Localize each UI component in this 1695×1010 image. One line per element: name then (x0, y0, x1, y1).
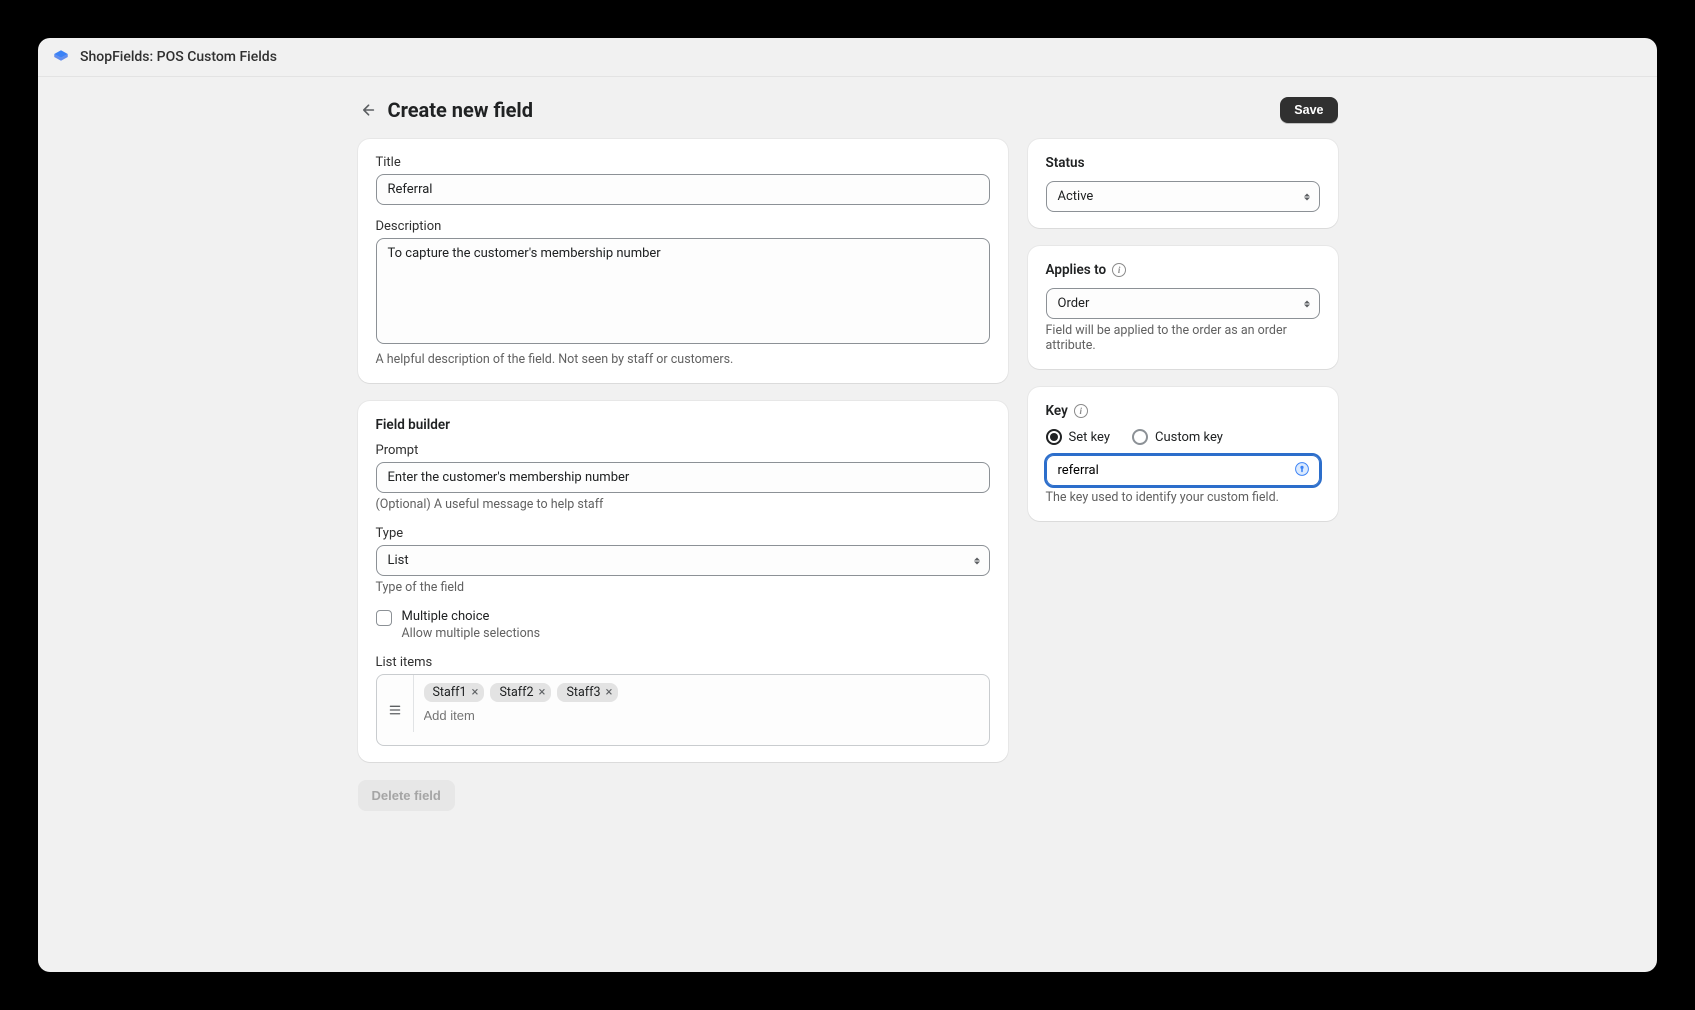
type-label: Type (376, 526, 990, 541)
save-button[interactable]: Save (1280, 97, 1337, 123)
key-card: Key i Set key Custom key (1028, 387, 1338, 521)
description-input[interactable]: To capture the customer's membership num… (376, 238, 990, 344)
app-title: ShopFields: POS Custom Fields (80, 49, 277, 65)
list-item-tag: Staff2 × (490, 683, 551, 702)
radio-set-key[interactable]: Set key (1046, 429, 1111, 445)
page-content: Create new field Save Title Description … (358, 77, 1338, 851)
applies-to-select[interactable]: Order (1046, 288, 1320, 319)
password-key-icon[interactable] (1294, 461, 1310, 481)
multiple-choice-checkbox[interactable] (376, 610, 392, 626)
type-help: Type of the field (376, 580, 990, 595)
description-help: A helpful description of the field. Not … (376, 352, 990, 367)
add-item-input[interactable] (424, 708, 979, 723)
status-heading: Status (1046, 155, 1320, 171)
description-label: Description (376, 219, 990, 234)
tag-label: Staff2 (499, 685, 533, 700)
field-builder-heading: Field builder (376, 417, 990, 433)
prompt-label: Prompt (376, 443, 990, 458)
status-select[interactable]: Active (1046, 181, 1320, 212)
list-item-tag: Staff3 × (557, 683, 618, 702)
multiple-choice-help: Allow multiple selections (402, 626, 541, 641)
title-label: Title (376, 155, 990, 170)
info-icon[interactable]: i (1112, 263, 1126, 277)
drag-handle-icon[interactable] (377, 675, 413, 745)
list-item-tag: Staff1 × (424, 683, 485, 702)
page-title: Create new field (388, 98, 534, 122)
multiple-choice-label: Multiple choice (402, 609, 541, 624)
list-items-label: List items (376, 655, 990, 670)
applies-to-help: Field will be applied to the order as an… (1046, 323, 1320, 353)
applies-to-card: Applies to i Order Field will be applied… (1028, 246, 1338, 369)
page-header: Create new field Save (358, 97, 1338, 139)
tag-remove-icon[interactable]: × (606, 686, 613, 699)
field-builder-card: Field builder Prompt (Optional) A useful… (358, 401, 1008, 762)
title-card: Title Description To capture the custome… (358, 139, 1008, 383)
key-input[interactable] (1046, 455, 1320, 486)
list-items-box: Staff1 × Staff2 × Staff3 × (376, 674, 990, 746)
app-window: ShopFields: POS Custom Fields Create new… (38, 38, 1657, 972)
key-heading: Key (1046, 403, 1068, 419)
title-input[interactable] (376, 174, 990, 205)
radio-icon (1132, 429, 1148, 445)
app-header: ShopFields: POS Custom Fields (38, 38, 1657, 77)
tag-label: Staff3 (566, 685, 600, 700)
applies-to-heading: Applies to (1046, 262, 1107, 278)
tag-label: Staff1 (433, 685, 467, 700)
status-card: Status Active (1028, 139, 1338, 228)
radio-icon (1046, 429, 1062, 445)
info-icon[interactable]: i (1074, 404, 1088, 418)
tag-remove-icon[interactable]: × (472, 686, 479, 699)
back-arrow-icon[interactable] (358, 101, 376, 119)
delete-field-button[interactable]: Delete field (358, 780, 455, 811)
key-help: The key used to identify your custom fie… (1046, 490, 1320, 505)
tag-remove-icon[interactable]: × (539, 686, 546, 699)
type-select[interactable]: List (376, 545, 990, 576)
prompt-input[interactable] (376, 462, 990, 493)
radio-custom-key-label: Custom key (1155, 430, 1223, 445)
prompt-help: (Optional) A useful message to help staf… (376, 497, 990, 512)
radio-custom-key[interactable]: Custom key (1132, 429, 1223, 445)
radio-set-key-label: Set key (1069, 430, 1111, 445)
app-logo-icon (52, 48, 70, 66)
